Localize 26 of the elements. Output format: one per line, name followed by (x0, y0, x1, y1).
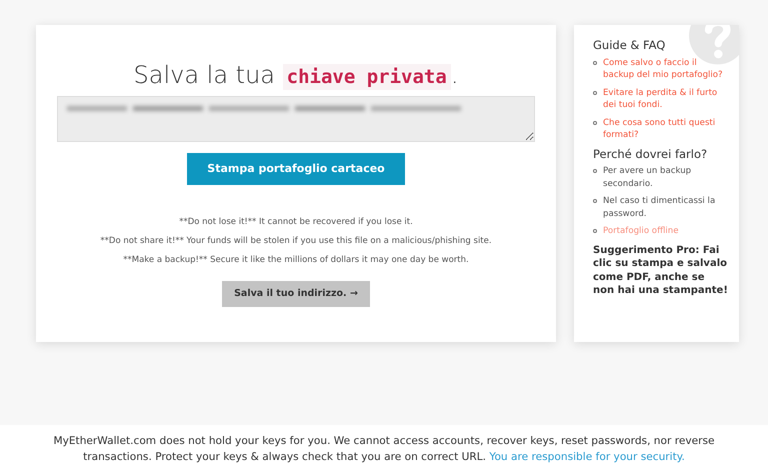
bullet-icon (593, 60, 597, 65)
code-highlight: chiave privata (282, 64, 451, 90)
bullet-icon (593, 169, 597, 174)
private-key-field[interactable] (57, 96, 535, 142)
faq-link[interactable]: Che cosa sono tutti questi formati? (603, 116, 729, 142)
faq-link[interactable]: Come salvo o faccio il backup del mio portafoglio? (603, 56, 729, 82)
print-button[interactable]: Stampa portafoglio cartaceo (187, 152, 405, 186)
section-heading: Perché dovrei farlo? (593, 148, 708, 162)
reason-text: Nel caso ti dimenticassi la password. (603, 195, 716, 220)
faq-link[interactable]: Evitare la perdita & il furto dei tuoi fondi. (603, 86, 729, 112)
warning-text: **Make a backup!** Secure it like the millions of dollars it may one day be worth. (122, 254, 470, 267)
bullet-icon (593, 229, 597, 234)
bullet-icon (593, 120, 597, 125)
section-heading: Guide & FAQ (593, 39, 666, 53)
title-period: . (450, 61, 458, 89)
next-button[interactable]: Salva il tuo indirizzo. → (222, 280, 370, 307)
tip-text: Suggerimento Pro: Fai clic su stampa e salvalo come PDF, anche se non hai una stampante! (593, 244, 729, 298)
bullet-icon (593, 199, 597, 204)
disclaimer-text: MyEtherWallet.com does not hold your keys for you. We cannot access accounts, recover keys, reset passwords, nor reverse transactions. Protect your keys & always check that you are on correct URL. You are responsible for your security. (52, 434, 716, 466)
warning-text: **Do not share it!** Your funds will be stolen if you use this file on a malicious/phishing site. (99, 235, 493, 248)
security-link[interactable]: You are responsible for your security. (489, 451, 685, 464)
bullet-icon (593, 90, 597, 95)
title-text: Salva la tua (134, 61, 276, 89)
reason-text: Per avere un backup secondario. (603, 165, 692, 190)
faq-link[interactable]: Portafoglio offline (603, 225, 678, 238)
warning-text: **Do not lose it!** It cannot be recovered if you lose it. (178, 216, 414, 230)
